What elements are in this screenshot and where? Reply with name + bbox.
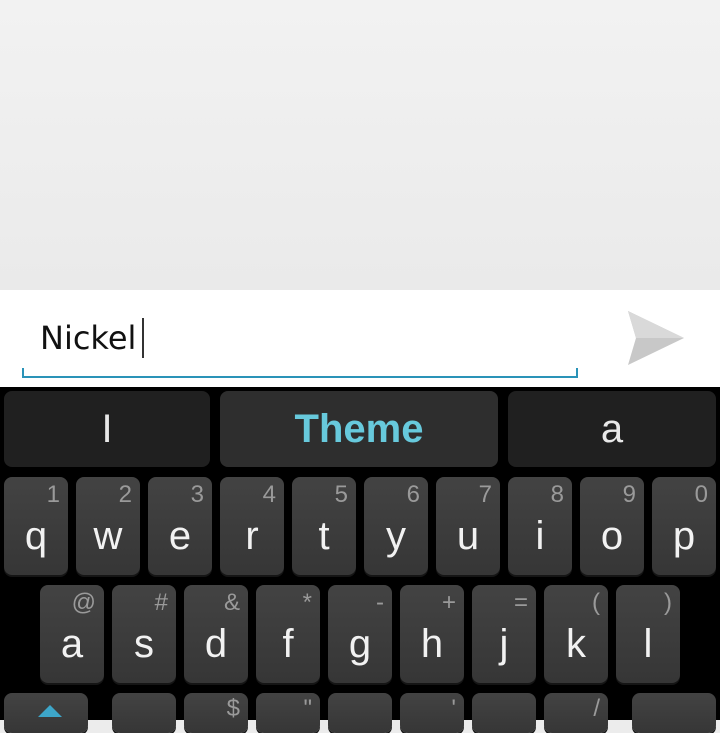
key-d[interactable]: & d (184, 585, 248, 683)
input-underline (22, 368, 578, 378)
key-label: a (60, 622, 84, 666)
key-hint: * (302, 589, 312, 616)
key-s[interactable]: # s (112, 585, 176, 683)
key-hint: + (441, 589, 456, 616)
key-label: h (420, 622, 444, 666)
key-r[interactable]: 4r (220, 477, 284, 575)
key-hint: # (154, 589, 168, 616)
shift-icon (38, 705, 62, 717)
delete-key[interactable] (632, 693, 716, 733)
key-g[interactable]: -g (328, 585, 392, 683)
key-label: j (499, 622, 509, 666)
key-label: y (386, 514, 406, 558)
key-hint: 6 (406, 481, 420, 508)
key-a[interactable]: @ a (40, 585, 104, 683)
key-w[interactable]: 2w (76, 477, 140, 575)
key-hint: ) (664, 589, 672, 616)
key-e[interactable]: 3e (148, 477, 212, 575)
key-hint: 4 (262, 481, 276, 508)
key-o[interactable]: 9o (580, 477, 644, 575)
key-hint: = (513, 589, 528, 616)
key-f[interactable]: * f (256, 585, 320, 683)
key-y[interactable]: 6y (364, 477, 428, 575)
key-hint: & (223, 589, 240, 616)
key-t[interactable]: 5t (292, 477, 356, 575)
key-p[interactable]: 0p (652, 477, 716, 575)
key-label: o (600, 514, 624, 558)
key-hint: 7 (478, 481, 492, 508)
key-label: g (348, 622, 372, 666)
key-label: s (134, 622, 154, 666)
suggestion-strip: I Theme a (0, 387, 720, 473)
text-cursor (142, 318, 145, 358)
key-label: w (93, 514, 123, 558)
key-hint: 0 (694, 481, 708, 508)
key-label: f (282, 622, 294, 666)
key-label: d (204, 622, 228, 666)
key-label: r (245, 514, 259, 558)
key-h[interactable]: + h (400, 585, 464, 683)
key-hint: 1 (46, 481, 60, 508)
key-hint: 2 (118, 481, 132, 508)
key-u[interactable]: 7u (436, 477, 500, 575)
key-k[interactable]: (k (544, 585, 608, 683)
key-l[interactable]: ) l (616, 585, 680, 683)
key-row3-partial[interactable] (328, 693, 392, 733)
key-row3-partial[interactable]: $ (184, 693, 248, 733)
send-icon (628, 311, 684, 365)
key-label: k (566, 622, 586, 666)
message-value: Nickel (40, 319, 137, 357)
key-label: i (535, 514, 545, 558)
key-q[interactable]: 1q (4, 477, 68, 575)
key-hint: ( (592, 589, 600, 616)
key-hint: 9 (622, 481, 636, 508)
key-label: u (456, 514, 480, 558)
shift-key[interactable] (4, 693, 88, 733)
key-hint: @ (71, 589, 96, 616)
keyboard: I Theme a 1 q 2 w 3 e 4 r 5 t 6 y 7 u 8 i 9 o 0 p @ a # s & d * f - g… (0, 387, 720, 733)
key-hint: ' (451, 695, 456, 722)
key-i[interactable]: 8i (508, 477, 572, 575)
key-row3-partial[interactable]: " (256, 693, 320, 733)
key-row3-partial[interactable] (472, 693, 536, 733)
send-button[interactable] (620, 306, 692, 370)
key-label: l (643, 622, 653, 666)
message-text: Nickel (40, 318, 145, 358)
suggestion-3[interactable]: a (508, 391, 716, 467)
key-row3-partial[interactable] (112, 693, 176, 733)
key-label: t (318, 514, 330, 558)
key-hint: $ (226, 695, 240, 722)
key-hint: - (376, 589, 384, 616)
conversation-area (0, 0, 720, 290)
suggestion-1[interactable]: I (4, 391, 210, 467)
key-hint: 8 (550, 481, 564, 508)
key-row3-partial[interactable]: / (544, 693, 608, 733)
suggestion-2[interactable]: Theme (220, 391, 498, 467)
key-label: e (168, 514, 192, 558)
key-hint: 3 (190, 481, 204, 508)
key-row3-partial[interactable]: ' (400, 693, 464, 733)
key-label: q (24, 514, 48, 558)
key-hint: " (303, 695, 312, 722)
key-label: p (672, 514, 696, 558)
message-input[interactable]: Nickel (22, 306, 578, 378)
key-j[interactable]: = j (472, 585, 536, 683)
key-hint: 5 (334, 481, 348, 508)
key-hint: / (593, 695, 600, 722)
